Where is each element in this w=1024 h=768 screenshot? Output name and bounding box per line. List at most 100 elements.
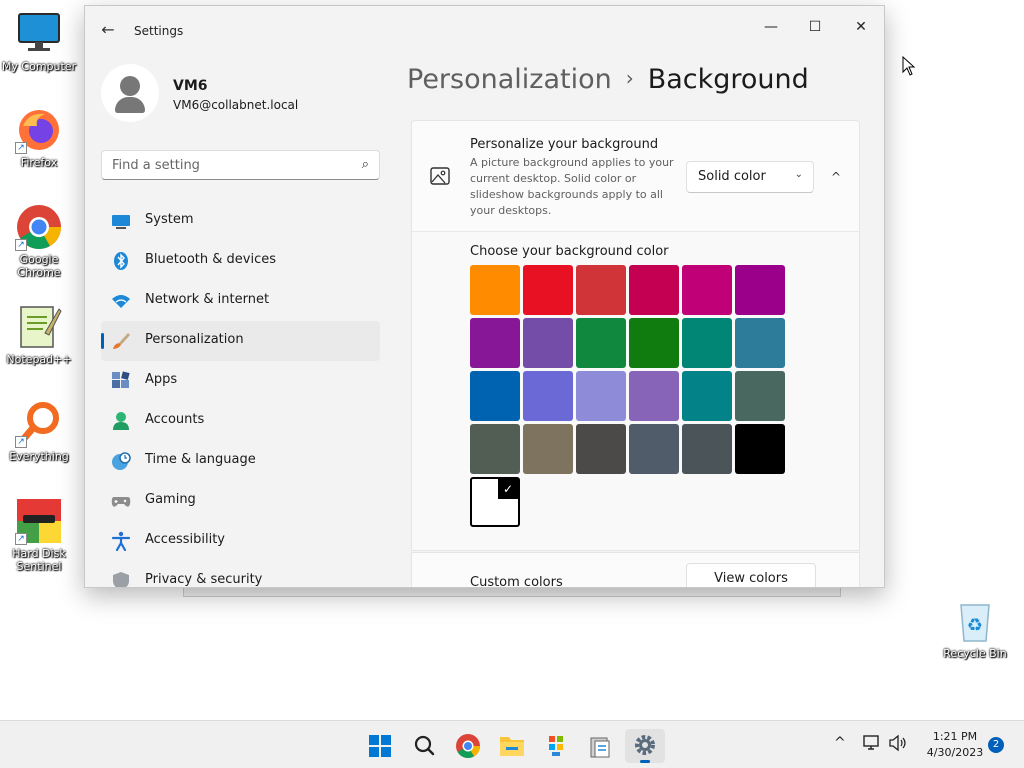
sidebar-item-label: Apps [145,372,178,387]
clock[interactable]: 1:21 PM 4/30/2023 [916,729,994,761]
color-swatch[interactable] [523,318,573,368]
taskbar-store-button[interactable] [536,729,576,763]
color-section-title: Choose your background color [470,244,669,259]
background-type-dropdown[interactable]: Solid color ⌄ [686,161,814,193]
gear-icon [625,735,665,767]
system-icon [111,211,131,231]
apps-icon [111,371,131,391]
color-swatch[interactable] [470,265,520,315]
color-swatch[interactable] [576,318,626,368]
person-icon [111,411,131,431]
dropdown-value: Solid color [698,169,766,184]
back-button[interactable]: ← [95,18,121,42]
sidebar-item-label: Network & internet [145,292,270,307]
user-email: VM6@collabnet.local [173,98,299,112]
chevron-down-icon: ⌄ [794,169,803,180]
color-swatch[interactable] [735,265,785,315]
clock-date: 4/30/2023 [926,746,984,759]
taskbar-settings-button[interactable] [625,729,665,763]
color-swatch[interactable] [682,371,732,421]
view-colors-button[interactable]: View colors [686,563,816,587]
color-swatch[interactable] [576,424,626,474]
windows-logo-icon [360,735,400,767]
background-color-panel: Choose your background color ✓ [411,231,860,551]
sidebar-item-network[interactable]: Network & internet [101,281,380,321]
maximize-button[interactable]: ☐ [793,12,837,42]
recycle-bin-icon: ♻ [951,597,999,645]
chrome-icon [448,734,488,767]
desktop-icon-label: Everything [9,450,69,463]
taskbar-app-button[interactable] [580,729,620,763]
user-name: VM6 [173,78,208,94]
color-swatch-selected[interactable]: ✓ [470,477,520,527]
minimize-button[interactable]: — [749,12,793,42]
color-swatch[interactable] [523,265,573,315]
color-swatch[interactable] [682,265,732,315]
desktop-icon-everything[interactable]: ↗ Everything [1,400,77,463]
network-icon[interactable] [862,734,882,756]
color-swatch[interactable] [470,424,520,474]
desktop-icon-label: Google Chrome [17,253,61,279]
color-swatch[interactable] [629,424,679,474]
clock-time: 1:21 PM [932,730,978,743]
hard-disk-icon: ↗ [15,497,63,545]
personalize-background-card: Personalize your background A picture ba… [411,120,860,231]
sidebar-item-bluetooth[interactable]: Bluetooth & devices [101,241,380,281]
setting-title: Personalize your background [470,137,659,152]
desktop-icon-recycle-bin[interactable]: ♻ Recycle Bin [937,597,1013,660]
notification-badge[interactable]: 2 [988,737,1004,753]
settings-window: ← Settings — ☐ ✕ VM6 VM6@collabnet.local… [84,5,885,588]
desktop-icon-firefox[interactable]: ↗ Firefox [1,106,77,169]
sidebar-item-apps[interactable]: Apps [101,361,380,401]
desktop-icon-label: My Computer [1,60,77,73]
color-swatch[interactable] [629,318,679,368]
color-swatch[interactable] [576,371,626,421]
color-swatch[interactable] [523,371,573,421]
sidebar-item-accessibility[interactable]: Accessibility [101,521,380,561]
start-button[interactable] [360,729,400,763]
color-swatch[interactable] [523,424,573,474]
desktop-icon-hard-disk-sentinel[interactable]: ↗ Hard Disk Sentinel [1,497,77,573]
taskbar-chrome-button[interactable] [448,729,488,763]
sidebar-item-gaming[interactable]: Gaming [101,481,380,521]
taskbar-file-explorer-button[interactable] [492,729,532,763]
title-bar: ← Settings — ☐ ✕ [85,6,884,50]
desktop-icon-my-computer[interactable]: My Computer [1,10,77,73]
avatar [101,64,159,122]
mouse-cursor-icon [902,55,916,76]
tray-overflow-chevron-icon[interactable]: ^ [834,735,846,751]
sidebar-item-label: Gaming [145,492,196,507]
sidebar-item-label: Accessibility [145,532,225,547]
color-swatch[interactable] [682,424,732,474]
desktop-icon-notepad-plus-plus[interactable]: Notepad++ [1,303,77,366]
search-input[interactable]: Find a setting [112,158,200,173]
color-swatch[interactable] [629,265,679,315]
color-swatch[interactable] [735,318,785,368]
color-swatch[interactable] [629,371,679,421]
close-button[interactable]: ✕ [839,12,883,42]
sidebar-item-accounts[interactable]: Accounts [101,401,380,441]
page-title: Background [647,64,809,95]
color-swatch[interactable] [470,371,520,421]
sidebar-item-system[interactable]: System [101,201,380,241]
sidebar-item-label: System [145,212,194,227]
color-swatch[interactable] [735,424,785,474]
notepad-icon [15,303,63,351]
magnifier-icon: ↗ [15,400,63,448]
color-swatch[interactable] [576,265,626,315]
sidebar-item-time-language[interactable]: Time & language [101,441,380,481]
sidebar-item-label: Time & language [145,452,256,467]
color-swatch[interactable] [470,318,520,368]
color-swatch[interactable] [735,371,785,421]
volume-icon[interactable] [888,734,908,756]
color-swatch[interactable] [682,318,732,368]
taskbar-search-button[interactable] [405,729,445,763]
desktop-icon-chrome[interactable]: ↗ Google Chrome [1,203,77,279]
sidebar-item-privacy[interactable]: Privacy & security [101,561,380,587]
chevron-up-icon[interactable]: ^ [824,165,848,189]
breadcrumb-separator-icon: › [625,66,634,90]
search-box[interactable]: Find a setting ⌕ [101,150,380,180]
sidebar-item-personalization[interactable]: Personalization [101,321,380,361]
desktop-icon-label: Notepad++ [6,353,72,366]
breadcrumb-parent[interactable]: Personalization [407,64,612,95]
